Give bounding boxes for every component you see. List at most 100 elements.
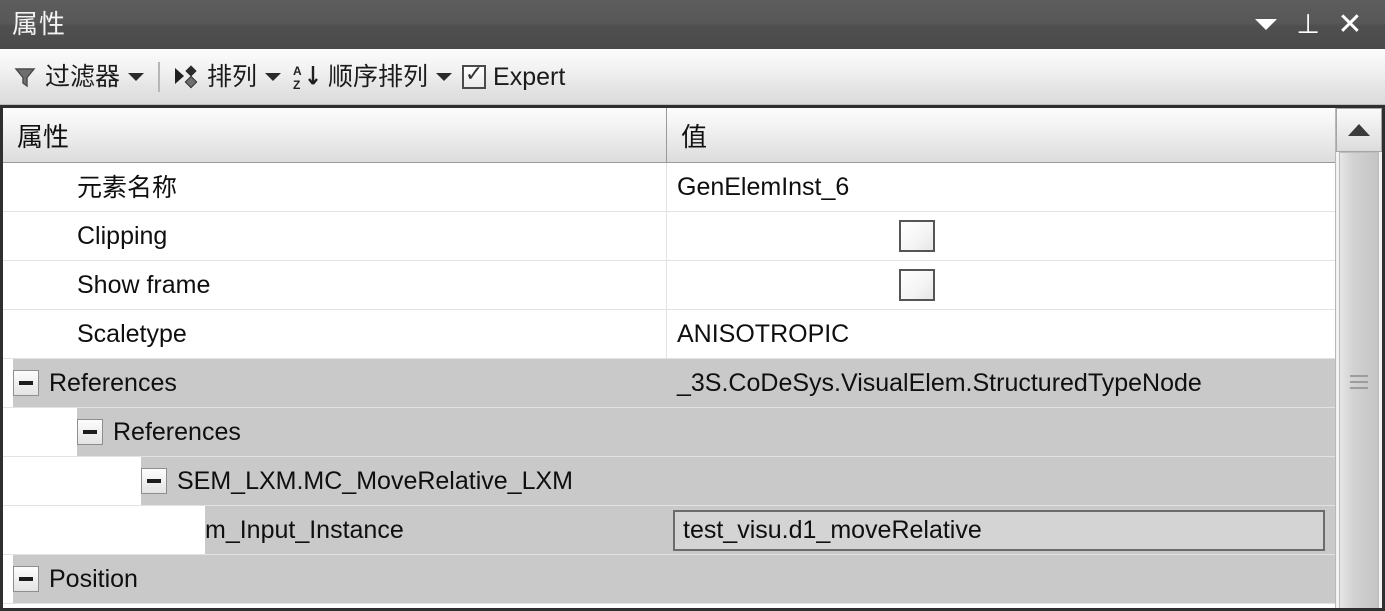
pin-icon: ⊥ bbox=[1296, 9, 1320, 40]
window-titlebar: 属性 ⊥ ✕ bbox=[0, 0, 1385, 49]
scroll-up-button[interactable] bbox=[1336, 108, 1382, 152]
grid-main: 属性 值 元素名称 GenElemInst_6 Clipping Show frame… bbox=[3, 108, 1335, 608]
property-cell[interactable]: References bbox=[3, 359, 667, 407]
grid-body: 元素名称 GenElemInst_6 Clipping Show frame Scale… bbox=[3, 163, 1335, 608]
arrange-button[interactable]: 排列 bbox=[168, 57, 261, 97]
sort-az-icon: A Z bbox=[291, 62, 321, 92]
group-arrange-icon bbox=[172, 64, 200, 90]
table-row[interactable]: m_Input_Instance test_visu.d1_moveRelativ… bbox=[3, 506, 1335, 555]
minus-icon bbox=[19, 381, 33, 385]
indent-spacer bbox=[3, 408, 77, 456]
indent-spacer bbox=[3, 261, 77, 309]
scrollbar-thumb[interactable] bbox=[1339, 152, 1379, 608]
minus-icon bbox=[147, 479, 161, 483]
auto-hide-pin-button[interactable]: ⊥ bbox=[1287, 4, 1329, 46]
filter-dropdown-caret[interactable] bbox=[128, 72, 145, 81]
column-header-value[interactable]: 值 bbox=[667, 108, 1335, 162]
sort-label: 顺序排列 bbox=[328, 61, 429, 91]
property-cell[interactable]: References bbox=[3, 408, 667, 456]
property-cell[interactable]: SEM_LXM.MC_MoveRelative_LXM bbox=[3, 457, 667, 505]
property-cell[interactable]: Show frame bbox=[3, 261, 667, 309]
expand-collapse-toggle[interactable] bbox=[13, 566, 39, 592]
property-name: Scaletype bbox=[77, 319, 187, 348]
table-row[interactable]: 元素名称 GenElemInst_6 bbox=[3, 163, 1335, 212]
property-name: Position bbox=[49, 564, 138, 593]
value-cell[interactable] bbox=[667, 408, 1335, 456]
value-cell[interactable]: GenElemInst_6 bbox=[667, 163, 1335, 211]
properties-grid: 属性 值 元素名称 GenElemInst_6 Clipping Show frame… bbox=[0, 105, 1385, 611]
value-cell[interactable]: _3S.CoDeSys.VisualElem.StructuredTypeNod… bbox=[667, 359, 1335, 407]
property-cell[interactable]: Clipping bbox=[3, 212, 667, 260]
table-row[interactable]: Show frame bbox=[3, 261, 1335, 310]
value-text: _3S.CoDeSys.VisualElem.StructuredTypeNod… bbox=[677, 368, 1202, 397]
value-cell[interactable] bbox=[667, 261, 1335, 309]
sort-button[interactable]: A Z 顺序排列 bbox=[287, 57, 432, 97]
value-cell[interactable]: ANISOTROPIC bbox=[667, 310, 1335, 358]
filter-button[interactable]: 过滤器 bbox=[8, 57, 124, 97]
value-cell[interactable]: test_visu.d1_moveRelative bbox=[667, 506, 1335, 554]
value-checkbox[interactable] bbox=[899, 269, 935, 301]
property-cell[interactable]: m_Input_Instance bbox=[3, 506, 667, 554]
value-input[interactable]: test_visu.d1_moveRelative bbox=[673, 509, 1325, 551]
value-checkbox[interactable] bbox=[899, 220, 935, 252]
value-text: GenElemInst_6 bbox=[677, 172, 850, 201]
property-name: Show frame bbox=[77, 270, 211, 299]
window-title: 属性 bbox=[12, 9, 67, 40]
indent-spacer bbox=[3, 163, 77, 211]
arrange-dropdown-caret[interactable] bbox=[265, 72, 282, 81]
column-header-property[interactable]: 属性 bbox=[3, 108, 667, 162]
expert-checkbox-box[interactable]: ✓ bbox=[462, 62, 487, 89]
svg-text:Z: Z bbox=[293, 78, 300, 92]
scrollbar-track[interactable] bbox=[1336, 152, 1382, 608]
window-menu-button[interactable] bbox=[1245, 4, 1287, 46]
property-name: m_Input_Instance bbox=[205, 515, 404, 544]
value-cell[interactable] bbox=[667, 555, 1335, 603]
property-cell[interactable]: Position bbox=[3, 555, 667, 603]
table-row[interactable]: References _3S.CoDeSys.VisualElem.Structu… bbox=[3, 359, 1335, 408]
grid-header-row: 属性 值 bbox=[3, 108, 1335, 163]
expand-collapse-toggle[interactable] bbox=[77, 419, 103, 445]
property-name: SEM_LXM.MC_MoveRelative_LXM bbox=[177, 466, 573, 495]
expand-collapse-toggle[interactable] bbox=[13, 370, 39, 396]
indent-spacer bbox=[3, 310, 77, 358]
vertical-scrollbar[interactable] bbox=[1335, 108, 1382, 608]
toolbar-separator bbox=[158, 61, 161, 92]
filter-funnel-icon bbox=[12, 64, 38, 90]
indent-spacer bbox=[3, 359, 13, 407]
property-name: 元素名称 bbox=[77, 172, 178, 202]
indent-spacer bbox=[3, 555, 13, 603]
property-cell[interactable]: 元素名称 bbox=[3, 163, 667, 211]
indent-spacer bbox=[3, 457, 141, 505]
scrollbar-grip-icon bbox=[1350, 375, 1368, 389]
table-row[interactable]: SEM_LXM.MC_MoveRelative_LXM bbox=[3, 457, 1335, 506]
expert-checkbox[interactable]: ✓ Expert bbox=[458, 57, 569, 97]
properties-toolbar: 过滤器 排列 A Z 顺序排列 ✓ Expert bbox=[0, 49, 1385, 105]
property-name: References bbox=[113, 417, 241, 446]
checkmark-icon: ✓ bbox=[464, 62, 484, 87]
table-row[interactable]: Position bbox=[3, 555, 1335, 604]
property-name: References bbox=[49, 368, 177, 397]
expand-collapse-toggle[interactable] bbox=[141, 468, 167, 494]
property-cell[interactable]: Scaletype bbox=[3, 310, 667, 358]
chevron-down-icon bbox=[1255, 19, 1277, 30]
expert-label: Expert bbox=[493, 62, 566, 91]
value-text: ANISOTROPIC bbox=[677, 319, 850, 348]
sort-dropdown-caret[interactable] bbox=[436, 72, 453, 81]
chevron-up-icon bbox=[1348, 124, 1370, 136]
filter-label: 过滤器 bbox=[45, 61, 121, 91]
value-cell[interactable] bbox=[667, 457, 1335, 505]
indent-spacer bbox=[3, 212, 77, 260]
value-cell[interactable] bbox=[667, 212, 1335, 260]
table-row[interactable]: References bbox=[3, 408, 1335, 457]
svg-text:A: A bbox=[293, 64, 302, 78]
close-button[interactable]: ✕ bbox=[1329, 4, 1371, 46]
minus-icon bbox=[83, 430, 97, 434]
close-icon: ✕ bbox=[1337, 6, 1363, 42]
table-row[interactable]: Scaletype ANISOTROPIC bbox=[3, 310, 1335, 359]
properties-panel: 属性 ⊥ ✕ 过滤器 排列 A Z 顺序排列 ✓ Expert 属性 值 元素名… bbox=[0, 0, 1385, 611]
arrange-label: 排列 bbox=[207, 61, 258, 91]
indent-spacer bbox=[3, 506, 205, 554]
value-text: test_visu.d1_moveRelative bbox=[683, 515, 982, 544]
table-row[interactable]: Clipping bbox=[3, 212, 1335, 261]
property-name: Clipping bbox=[77, 221, 168, 250]
